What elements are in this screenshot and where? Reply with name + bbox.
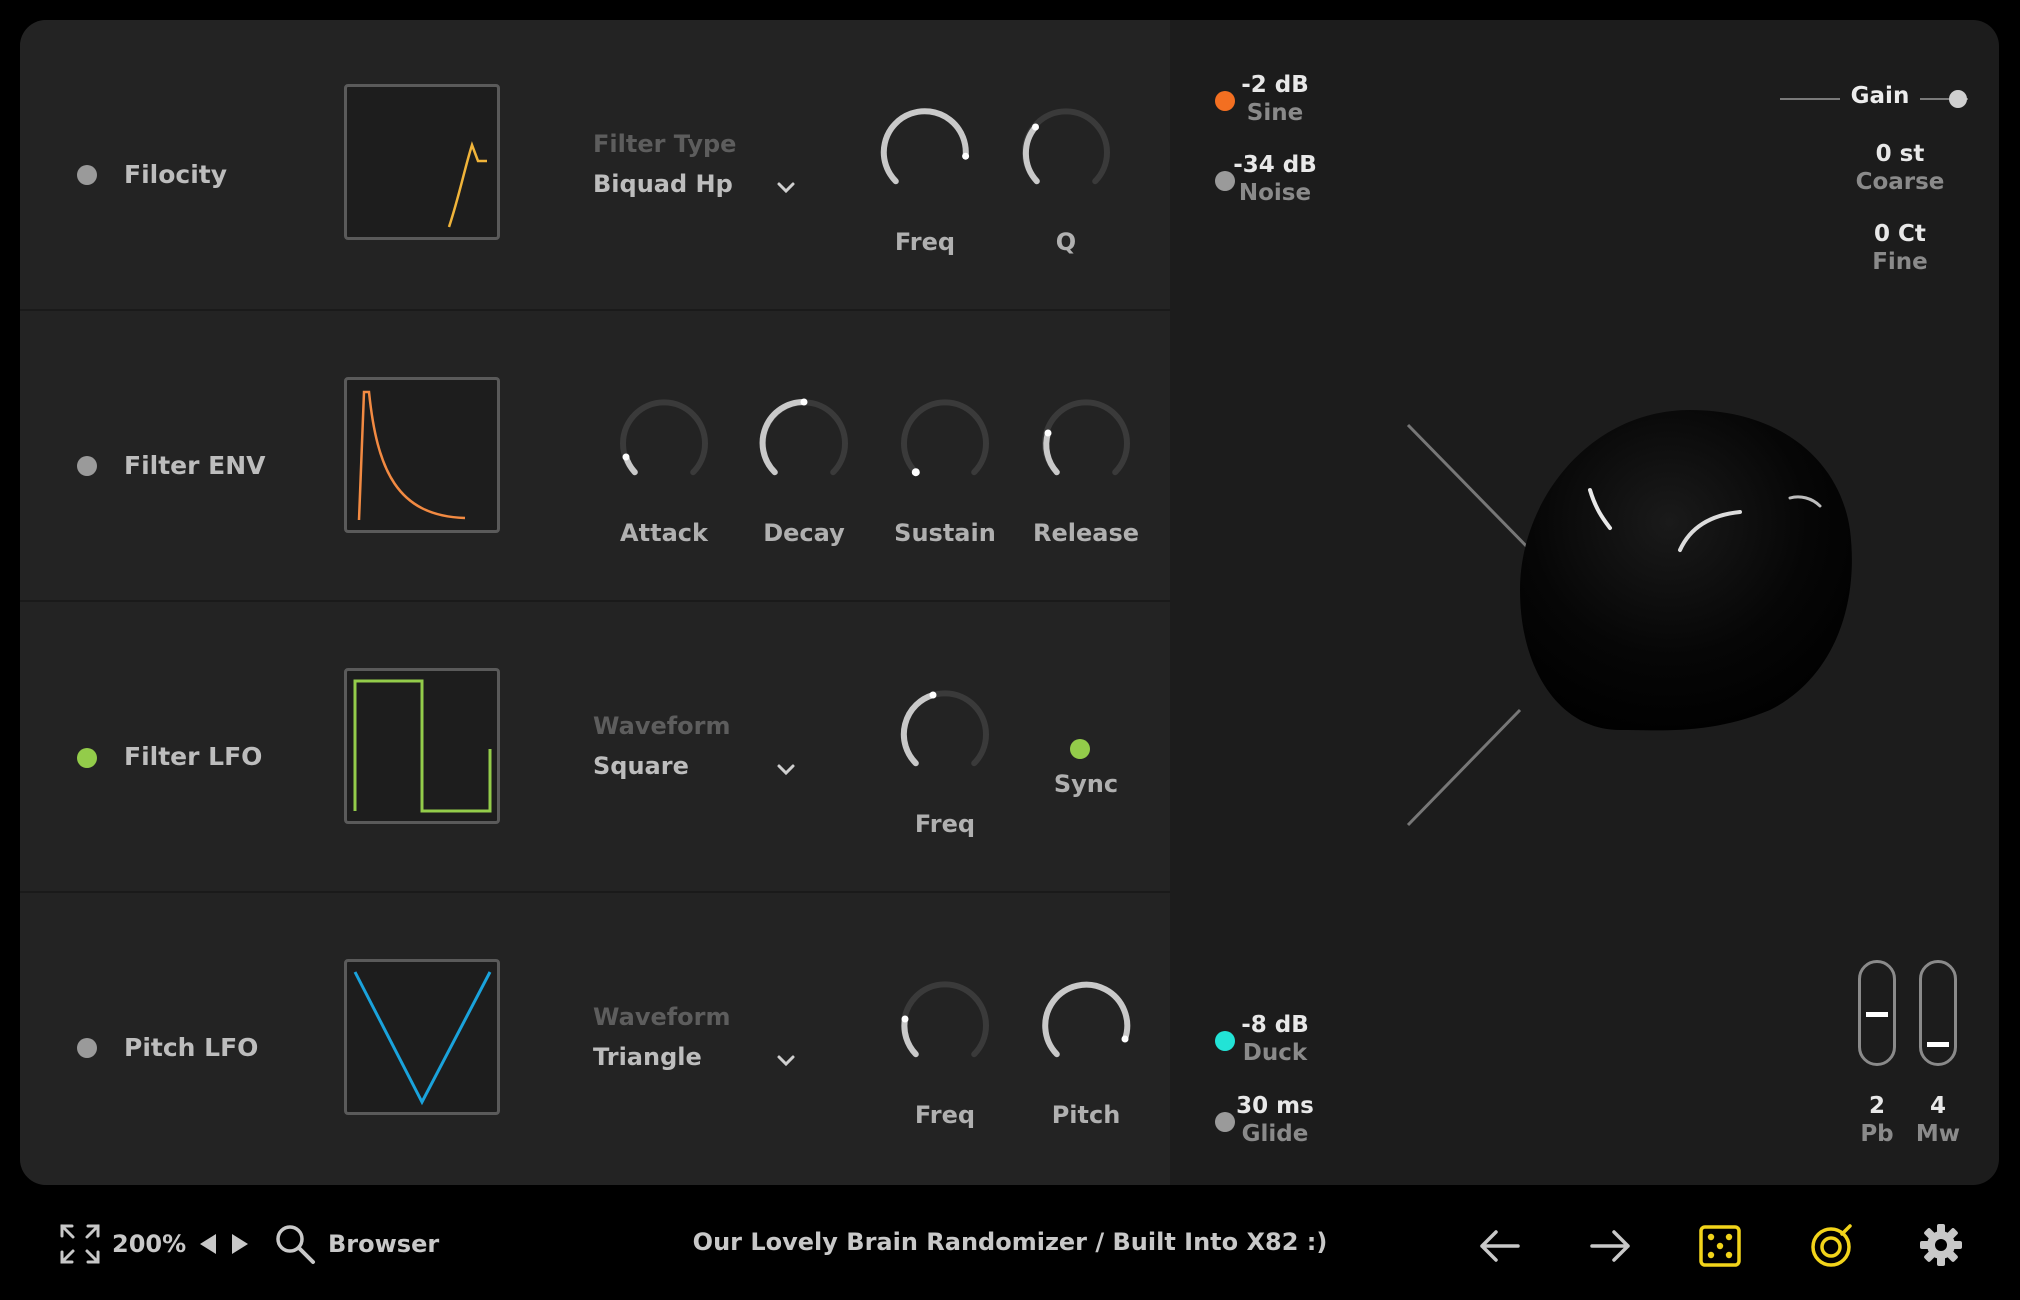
triangle-wave-icon — [353, 971, 492, 1106]
browser-button[interactable]: Browser — [328, 1230, 439, 1258]
sustain-knob[interactable] — [893, 391, 997, 495]
filter-lfo-label: Filter LFO — [124, 742, 263, 771]
filter-curve-icon — [447, 141, 487, 228]
release-label: Release — [1032, 519, 1140, 547]
synth-panel: Filocity Filter Type Biquad Hp Freq Q Fi… — [20, 20, 1999, 1185]
filocity-toggle[interactable] — [77, 165, 97, 185]
zoom-level[interactable]: 200% — [112, 1230, 186, 1258]
filter-type-title: Filter Type — [593, 130, 737, 158]
envelope-curve-icon — [357, 390, 466, 521]
noise-label: Noise — [1238, 180, 1312, 206]
preset-next-icon[interactable] — [230, 1232, 250, 1256]
target-icon[interactable] — [1808, 1222, 1854, 1268]
attack-label: Attack — [620, 519, 708, 547]
arrow-right-icon[interactable] — [1588, 1224, 1632, 1268]
row-filter-lfo: Filter LFO Waveform Square Freq Sync — [20, 602, 1170, 893]
pitch-lfo-freq-knob[interactable] — [893, 973, 997, 1077]
preset-prev-icon[interactable] — [198, 1232, 218, 1256]
pitch-bend-wheel[interactable] — [1858, 960, 1896, 1066]
filter-lfo-waveform-value[interactable]: Square — [593, 752, 689, 780]
row-filter-env: Filter ENV Attack Decay Sustain Release — [20, 311, 1170, 602]
bottom-toolbar: 200% Browser Our Lovely Brain Randomizer… — [0, 1190, 2020, 1300]
mod-wheel[interactable] — [1919, 960, 1957, 1066]
preset-name[interactable]: Our Lovely Brain Randomizer / Built Into… — [650, 1228, 1370, 1256]
mw-value: 4 — [1929, 1093, 1946, 1119]
filocity-label: Filocity — [124, 160, 228, 189]
brain-blob-visual — [1406, 410, 1852, 827]
filter-lfo-freq-label: Freq — [914, 810, 976, 838]
search-icon[interactable] — [273, 1222, 317, 1266]
chevron-down-icon[interactable] — [772, 1047, 800, 1075]
filter-lfo-freq-knob[interactable] — [893, 682, 997, 786]
coarse-value[interactable]: 0 st — [1820, 141, 1980, 167]
decay-label: Decay — [763, 519, 845, 547]
gain-slider-handle[interactable] — [1949, 90, 1967, 108]
chevron-down-icon[interactable] — [772, 174, 800, 202]
row-filocity: Filocity Filter Type Biquad Hp Freq Q — [20, 20, 1170, 311]
glide-label: Glide — [1241, 1121, 1309, 1147]
fullscreen-icon[interactable] — [58, 1222, 102, 1266]
pitch-lfo-freq-label: Freq — [914, 1101, 976, 1129]
mw-label: Mw — [1915, 1121, 1961, 1147]
filocity-freq-label: Freq — [894, 228, 956, 256]
dice-randomize-icon[interactable] — [1698, 1224, 1742, 1268]
filter-env-toggle[interactable] — [77, 456, 97, 476]
arrow-left-icon[interactable] — [1478, 1224, 1522, 1268]
duck-value[interactable]: -8 dB — [1195, 1012, 1355, 1038]
glide-value[interactable]: 30 ms — [1195, 1093, 1355, 1119]
filter-env-label: Filter ENV — [124, 451, 266, 480]
sine-level-value[interactable]: -2 dB — [1195, 72, 1355, 98]
filter-lfo-toggle[interactable] — [77, 748, 97, 768]
chevron-down-icon[interactable] — [772, 756, 800, 784]
pitch-label: Pitch — [1051, 1101, 1121, 1129]
square-wave-icon — [353, 679, 492, 813]
pitch-lfo-waveform-title: Waveform — [593, 1003, 731, 1031]
pitch-lfo-toggle[interactable] — [77, 1038, 97, 1058]
lfo-triangle-display — [344, 959, 500, 1115]
filocity-q-label: Q — [1055, 228, 1077, 256]
filter-lfo-waveform-title: Waveform — [593, 712, 731, 740]
duck-label: Duck — [1242, 1040, 1308, 1066]
sync-toggle[interactable] — [1070, 739, 1090, 759]
sustain-label: Sustain — [894, 519, 996, 547]
pitch-lfo-label: Pitch LFO — [124, 1033, 259, 1062]
gain-label: Gain — [1840, 83, 1920, 113]
pitch-knob[interactable] — [1034, 973, 1138, 1077]
fine-label: Fine — [1872, 249, 1928, 275]
noise-level-value[interactable]: -34 dB — [1195, 152, 1355, 178]
attack-knob[interactable] — [612, 391, 716, 495]
gear-icon[interactable] — [1918, 1222, 1964, 1268]
release-knob[interactable] — [1034, 391, 1138, 495]
row-pitch-lfo: Pitch LFO Waveform Triangle Freq Pitch — [20, 893, 1170, 1185]
pitch-lfo-waveform-value[interactable]: Triangle — [593, 1043, 702, 1071]
filter-curve-display — [344, 84, 500, 240]
modulation-panel: Filocity Filter Type Biquad Hp Freq Q Fi… — [20, 20, 1170, 1185]
pitch-bend-wheel-handle[interactable] — [1866, 1012, 1888, 1017]
lfo-square-display — [344, 668, 500, 824]
envelope-display — [344, 377, 500, 533]
filter-type-value[interactable]: Biquad Hp — [593, 170, 733, 198]
decay-knob[interactable] — [752, 391, 856, 495]
filocity-q-knob[interactable] — [1014, 100, 1118, 204]
mod-wheel-handle[interactable] — [1927, 1042, 1949, 1047]
filocity-freq-knob[interactable] — [873, 100, 977, 204]
coarse-label: Coarse — [1855, 169, 1945, 195]
sine-label: Sine — [1246, 100, 1304, 126]
fine-value[interactable]: 0 Ct — [1820, 221, 1980, 247]
sync-label: Sync — [1053, 770, 1119, 798]
